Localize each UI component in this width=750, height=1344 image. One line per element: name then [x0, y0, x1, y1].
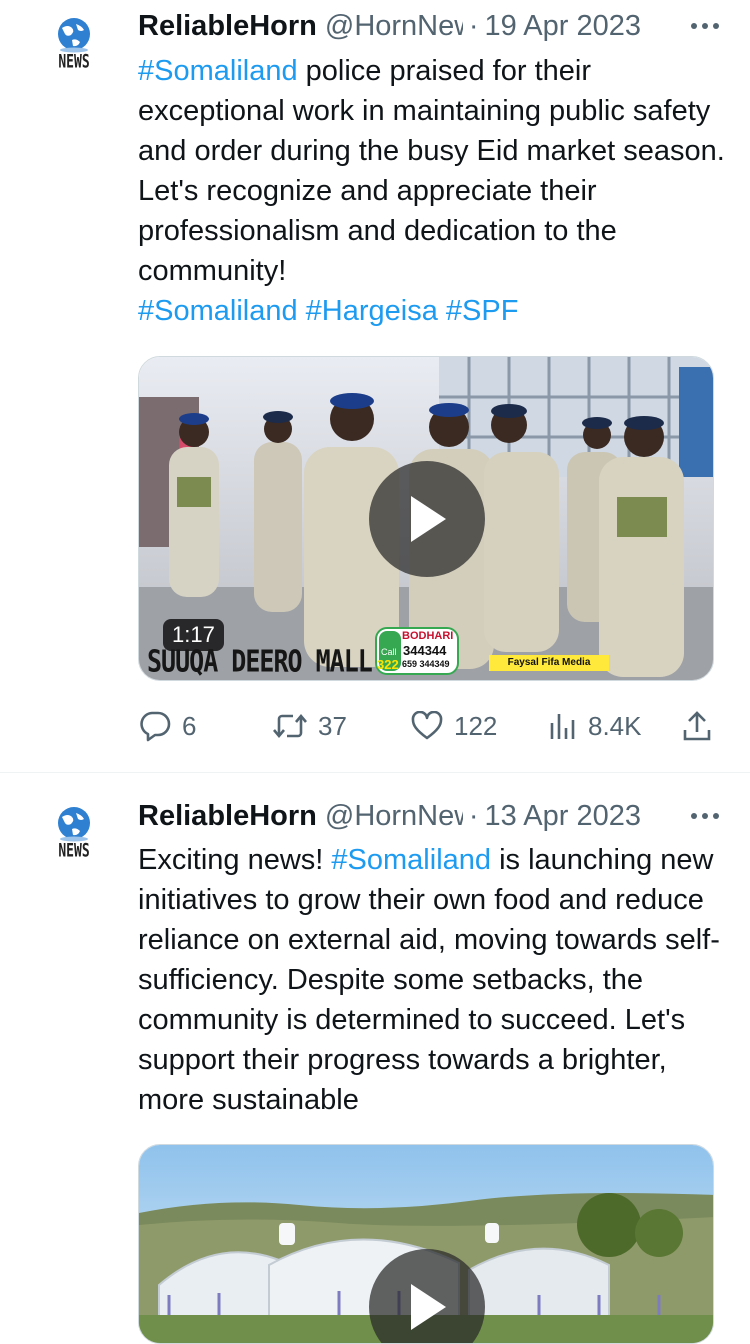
video-caption: SUUQA DEERO MALL — [147, 644, 373, 679]
views-icon — [550, 714, 575, 739]
play-button[interactable] — [369, 461, 485, 577]
sponsor-phone2: 659 344349 — [402, 659, 450, 669]
sponsor-name: BODHARI — [402, 630, 454, 642]
tweet-2[interactable]: NEWS ReliableHorn @HornNews · 13 Apr 202… — [0, 773, 750, 1344]
hashtag-link[interactable]: #Hargeisa — [306, 295, 438, 327]
reply-button[interactable]: 6 — [138, 710, 196, 742]
author-handle[interactable]: @HornNews — [325, 10, 463, 43]
media-credit: Faysal Fifa Media — [489, 655, 609, 671]
video-player[interactable] — [138, 1144, 714, 1344]
play-icon — [411, 496, 446, 542]
author-avatar[interactable]: NEWS — [30, 803, 118, 891]
globe-news-logo-icon — [58, 18, 90, 53]
more-options-button[interactable] — [690, 796, 720, 836]
tweet-header: ReliableHorn @HornNews · 13 Apr 2023 — [138, 796, 720, 836]
tweet-text: #Somaliland police praised for their exc… — [138, 51, 728, 331]
tweet-actions: 6 37 122 8.4K — [138, 706, 718, 746]
hashtag-link[interactable]: #Somaliland — [331, 844, 491, 876]
like-count: 122 — [454, 710, 498, 741]
like-icon — [411, 711, 443, 740]
reply-count: 6 — [182, 710, 197, 741]
sponsor-code: 322 — [377, 657, 399, 672]
tweet-date[interactable]: 13 Apr 2023 — [485, 800, 641, 833]
separator-dot: · — [468, 799, 479, 832]
more-icon — [691, 23, 719, 29]
like-button[interactable]: 122 — [410, 711, 497, 742]
reply-icon — [140, 711, 171, 742]
tweet-date[interactable]: 19 Apr 2023 — [485, 10, 641, 43]
share-button[interactable] — [682, 710, 712, 742]
avatar-label: NEWS — [58, 841, 90, 862]
sponsor-call: Call — [381, 647, 397, 657]
author-name[interactable]: ReliableHorn — [138, 10, 317, 43]
views-button[interactable]: 8.4K — [548, 711, 642, 742]
globe-news-logo-icon — [58, 807, 90, 842]
tweet-lead-text: Exciting news! — [138, 844, 332, 876]
more-options-button[interactable] — [690, 6, 720, 46]
sponsor-phone: 344344 — [403, 643, 447, 658]
tweet-header: ReliableHorn @HornNews · 19 Apr 2023 — [138, 6, 720, 46]
video-player[interactable]: 1:17 SUUQA DEERO MALL Call 322 BODHARI 3… — [138, 356, 714, 681]
author-name[interactable]: ReliableHorn — [138, 800, 317, 833]
play-icon — [411, 1284, 446, 1330]
share-icon — [683, 711, 711, 741]
separator-dot: · — [468, 9, 479, 42]
author-handle[interactable]: @HornNews — [325, 800, 463, 833]
author-avatar[interactable]: NEWS — [30, 14, 118, 102]
retweet-icon — [273, 713, 307, 739]
tweet-body-text: is launching new initiatives to grow the… — [138, 844, 720, 1116]
tweet-body-text: police praised for their exceptional wor… — [138, 55, 725, 287]
hashtag-link[interactable]: #Somaliland — [138, 55, 298, 87]
tweet-text: Exciting news! #Somaliland is launching … — [138, 840, 728, 1120]
hashtag-link[interactable]: #Somaliland — [138, 295, 298, 327]
retweet-count: 37 — [318, 710, 347, 741]
avatar-label: NEWS — [58, 52, 90, 73]
sponsor-badge: Call 322 BODHARI 344344 659 344349 — [375, 627, 459, 675]
hashtag-link[interactable]: #SPF — [446, 295, 519, 327]
retweet-button[interactable]: 37 — [272, 711, 347, 742]
tweet-1[interactable]: NEWS ReliableHorn @HornNews · 19 Apr 202… — [0, 0, 750, 772]
more-icon — [691, 813, 719, 819]
views-count: 8.4K — [588, 710, 642, 741]
